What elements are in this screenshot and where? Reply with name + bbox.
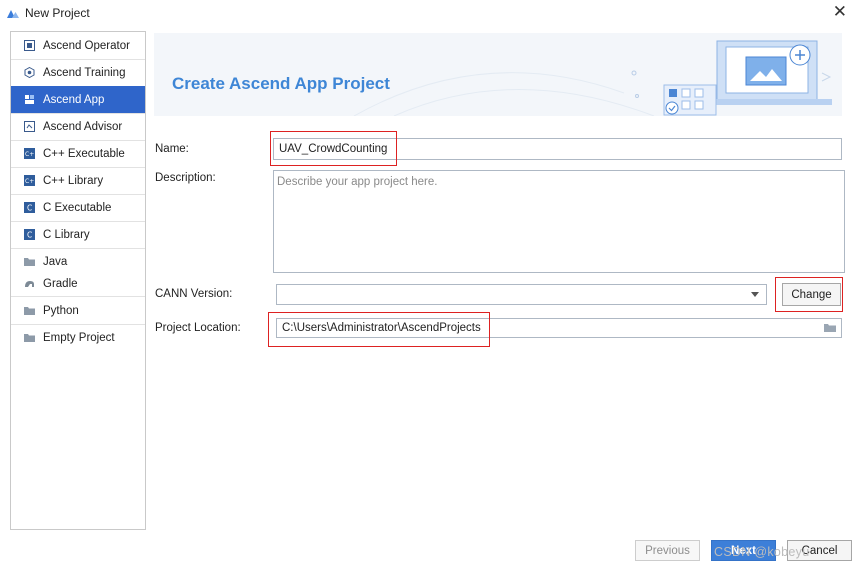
title-bar: New Project ✕ xyxy=(0,0,865,27)
python-folder-icon xyxy=(24,307,35,315)
description-field[interactable]: Describe your app project here. xyxy=(273,170,845,273)
cann-version-select[interactable] xyxy=(276,284,767,305)
sidebar-item-label: Ascend Advisor xyxy=(43,120,123,133)
sidebar-item-label: Empty Project xyxy=(43,331,115,344)
previous-button[interactable]: Previous xyxy=(635,540,700,561)
sidebar-item-cpp-executable[interactable]: C+ C++ Executable xyxy=(11,140,145,167)
svg-text:C+: C+ xyxy=(25,151,34,158)
sidebar-item-label: C Executable xyxy=(43,201,112,214)
csdn-watermark: CSDN @kobeyu xyxy=(714,545,810,559)
window-title: New Project xyxy=(25,6,90,20)
sidebar-item-cpp-library[interactable]: C+ C++ Library xyxy=(11,167,145,194)
app-logo-icon xyxy=(7,10,19,18)
folder-icon[interactable] xyxy=(824,323,836,332)
ascend-app-icon xyxy=(25,95,34,104)
sidebar-item-c-executable[interactable]: C C Executable xyxy=(11,194,145,221)
ascend-operator-icon xyxy=(24,40,35,51)
sidebar-item-label: C++ Executable xyxy=(43,147,125,160)
c-executable-icon: C xyxy=(24,202,35,213)
sidebar-item-label: Python xyxy=(43,304,79,317)
highlight-box-location xyxy=(268,312,490,347)
sidebar-item-label: Ascend Operator xyxy=(43,39,130,52)
highlight-box-name xyxy=(270,131,397,166)
sidebar-item-c-library[interactable]: C C Library xyxy=(11,221,145,248)
chevron-down-icon[interactable] xyxy=(751,292,759,297)
c-library-icon: C xyxy=(24,229,35,240)
gradle-icon xyxy=(25,281,34,287)
sidebar-item-label: C++ Library xyxy=(43,174,104,187)
name-label: Name: xyxy=(155,143,189,155)
svg-text:C+: C+ xyxy=(25,178,34,185)
sidebar-item-ascend-training[interactable]: Ascend Training xyxy=(11,59,145,86)
svg-text:C: C xyxy=(27,204,32,213)
svg-text:C: C xyxy=(27,231,32,240)
close-icon[interactable]: ✕ xyxy=(833,3,847,21)
ascend-training-icon xyxy=(24,67,35,78)
sidebar-item-label: Ascend Training xyxy=(43,66,126,79)
sidebar-item-python[interactable]: Python xyxy=(11,297,145,324)
sidebar-item-label: C Library xyxy=(43,228,90,241)
cann-version-label: CANN Version: xyxy=(155,288,233,300)
description-label: Description: xyxy=(155,172,216,184)
cpp-library-icon: C+ xyxy=(24,175,35,186)
sidebar-item-ascend-advisor[interactable]: Ascend Advisor xyxy=(11,113,145,140)
header-banner: Create Ascend App Project xyxy=(154,33,842,116)
sidebar-item-label: Gradle xyxy=(43,277,78,290)
sidebar-item-ascend-app[interactable]: Ascend App xyxy=(11,86,145,113)
cpp-executable-icon: C+ xyxy=(24,148,35,159)
ascend-advisor-icon xyxy=(24,121,35,132)
highlight-box-change xyxy=(775,277,843,312)
previous-button-label: Previous xyxy=(645,544,690,557)
sidebar-item-label: Ascend App xyxy=(43,93,105,106)
sidebar-item-label: Java xyxy=(43,255,68,268)
java-folder-icon xyxy=(24,258,35,266)
sidebar-item-empty-project[interactable]: Empty Project xyxy=(11,324,145,351)
project-location-label: Project Location: xyxy=(155,322,241,334)
description-placeholder: Describe your app project here. xyxy=(277,176,438,188)
project-type-list: Ascend Operator Ascend Training Ascend A… xyxy=(10,31,146,530)
page-title: Create Ascend App Project xyxy=(172,74,390,93)
sidebar-item-gradle[interactable]: Gradle xyxy=(11,270,145,297)
sidebar-item-ascend-operator[interactable]: Ascend Operator xyxy=(11,32,145,59)
empty-project-icon xyxy=(24,334,35,342)
